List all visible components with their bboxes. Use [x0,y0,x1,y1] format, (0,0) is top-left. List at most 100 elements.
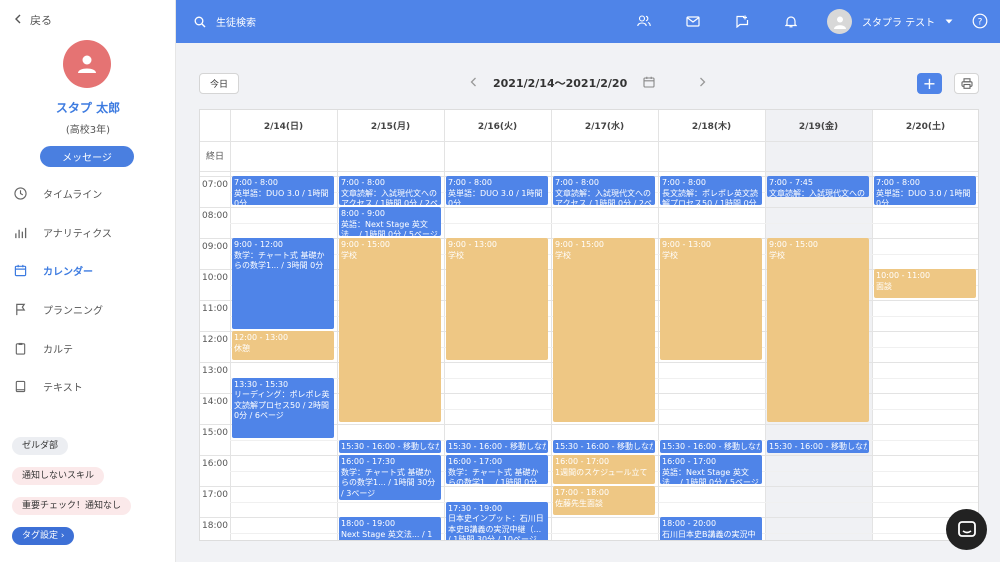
sidebar-item-label: プランニング [43,305,103,317]
event-time: 7:00 - 8:00 [662,178,706,187]
time-label: 15:00 [202,428,228,438]
calendar-event[interactable]: 7:00 - 8:00 英単語：DUO 3.0 / 1時間 0分 [874,176,976,205]
help-icon[interactable]: ? [972,13,988,29]
calendar-event[interactable]: 15:30 - 16:00 - 移動しながら [339,439,441,453]
bell-icon[interactable] [779,12,803,30]
calendar-event[interactable]: 9:00 - 15:00 学校 [339,238,441,422]
back-link[interactable]: 戻る [14,12,52,28]
event-time: 7:00 - 8:00 [876,178,920,187]
caret-down-icon [945,19,953,24]
grid-column-line [658,110,659,540]
users-icon[interactable] [632,12,656,30]
grid-column-line [444,110,445,540]
calendar-event[interactable]: 18:00 - 20:00石川日本史B講義の実況中継（... / 2時間 0分 [660,517,762,540]
day-header: 2/18(木) [691,122,732,132]
sidebar-item-label: カレンダー [43,267,93,279]
event-time: 12:00 - 13:00 [234,333,289,342]
event-time: 18:00 - 20:00 [662,519,717,528]
calendar-event[interactable]: 9:00 - 12:00 数学：チャート式 基礎からの数学1... / 3時間 0… [232,238,334,329]
time-label: 18:00 [202,521,228,531]
sidebar-item-planning[interactable]: プランニング [0,290,176,329]
sidebar-item-text[interactable]: テキスト [0,367,176,406]
calendar-event[interactable]: 15:30 - 16:00 - 移動しながら [446,439,548,453]
sidebar-item-calendar[interactable]: カレンダー [0,251,176,290]
event-time: 7:00 - 8:00 [448,178,492,187]
calendar-event[interactable]: 7:00 - 8:00 文章読解：入試現代文へのアクセス / 1時間 0分 / 2… [553,176,655,205]
event-time: 17:00 - 18:00 [555,488,610,497]
calendar-event[interactable]: 9:00 - 13:00 学校 [660,238,762,360]
calendar-event[interactable]: 7:00 - 8:00 英単語：DUO 3.0 / 1時間 0分 [446,176,548,205]
event-title: 学校 [448,250,464,260]
calendar-event[interactable]: 9:00 - 15:00 学校 [767,238,869,422]
message-button[interactable]: メッセージ [40,146,134,167]
prev-week-icon[interactable] [470,77,477,90]
chat-flag-icon[interactable] [730,12,754,30]
calendar-event[interactable]: 15:30 - 16:00 - 移動しながら [553,439,655,453]
user-icon [833,16,846,29]
tag-settings-button[interactable]: タグ設定 › [12,527,75,545]
event-title: 文章読解：入試現代文へのアクセス [769,188,865,198]
user-menu[interactable]: スタプラ テスト [827,9,953,34]
event-time: 9:00 - 13:00 [662,240,711,249]
calendar-event[interactable]: 16:00 - 17:30 数学：チャート式 基礎からの数学1... / 1時間 … [339,455,441,500]
event-title: 英語：Next Stage 英文法... / 1時間 0分 / 5ページ [341,219,438,237]
sidebar-item-analytics[interactable]: アナリティクス [0,213,176,252]
calendar-event[interactable]: 15:30 - 16:00 - 移動しながら [660,439,762,453]
calendar-event[interactable]: 15:30 - 16:00 - 移動しながら [767,439,869,453]
event-title: 英単語：DUO 3.0 / 1時間 0分 [876,188,971,206]
sidebar-item-label: テキスト [43,383,83,395]
student-grade: (高校3年) [65,125,111,136]
today-button[interactable]: 今日 [199,73,239,94]
sidebar-item-label: カルテ [43,344,73,356]
event-time: 9:00 - 13:00 [448,240,497,249]
sidebar: 戻る スタプ 太郎 (高校3年) メッセージ タイムライン アナリティクス カレ… [0,0,176,562]
time-label: 07:00 [202,180,228,190]
calendar-event[interactable]: 12:00 - 13:00 休憩 [232,331,334,360]
tag-badge[interactable]: 通知しないスキル [12,467,105,485]
day-header: 2/17(水) [584,122,625,132]
event-title: 文章読解：入試現代文へのアクセス / 1時間 0分 / 2ページ [555,188,652,206]
mail-icon[interactable] [681,12,705,30]
event-title: 佐藤先生面談 [555,498,603,508]
calendar-event[interactable]: 17:00 - 18:00 佐藤先生面談 [553,486,655,515]
sidebar-item-karte[interactable]: カルテ [0,329,176,368]
calendar-event[interactable]: 13:30 - 15:30 リーディング：ポレポレ英文読解プロセス50 / 2時間… [232,377,334,438]
calendar-event[interactable]: 8:00 - 9:00 英語：Next Stage 英文法... / 1時間 0分… [339,207,441,236]
calendar-event[interactable]: 16:00 - 17:00 数学：チャート式 基礎からの数学1... / 1時間 … [446,455,548,484]
calendar-event[interactable]: 9:00 - 13:00 学校 [446,238,548,360]
time-label: 14:00 [202,397,228,407]
event-time: 7:00 - 8:00 [555,178,599,187]
event-title: 英語：Next Stage 英文法... / 1時間 0分 / 5ページ [662,467,759,485]
chat-launcher-button[interactable] [946,509,987,550]
event-title: 石川日本史B講義の実況中継（... / 2時間 0分 [662,529,756,539]
time-label: 09:00 [202,242,228,252]
calendar-event[interactable]: 18:00 - 19:00Next Stage 英文法... / 1時間 0分 … [339,517,441,540]
event-title: 文章読解：入試現代文へのアクセス / 1時間 0分 / 2ページ [341,188,438,206]
print-button[interactable] [954,73,979,94]
event-title: 学校 [341,250,357,260]
event-title: 英単語：DUO 3.0 / 1時間 0分 [234,188,329,206]
calendar-event[interactable]: 7:00 - 8:00 英単語：DUO 3.0 / 1時間 0分 [232,176,334,205]
next-week-icon[interactable] [699,77,706,90]
calendar-event[interactable]: 10:00 - 11:00 面談 [874,269,976,298]
calendar-event[interactable]: 16:00 - 17:00 英語：Next Stage 英文法... / 1時間 … [660,455,762,484]
add-event-button[interactable]: + [917,73,942,94]
calendar-event[interactable]: 7:00 - 8:00 長文読解：ポレポレ英文読解プロセス50 / 1時間 0分 … [660,176,762,205]
calendar-event[interactable]: 16:00 - 17:00 1週間のスケジュール立て [553,455,655,484]
tag-badge[interactable]: 重要チェック！通知なし [12,497,132,515]
calendar-event[interactable]: 7:00 - 7:45文章読解：入試現代文へのアクセス [767,176,869,198]
event-time: 16:00 - 17:00 [555,457,610,466]
clock-icon [14,187,27,200]
event-time: 15:30 - 16:00 - 移動しながら [769,441,867,451]
calendar-event[interactable]: 9:00 - 15:00 学校 [553,238,655,422]
event-time: 7:00 - 8:00 [234,178,278,187]
calendar-event[interactable]: 7:00 - 8:00 文章読解：入試現代文へのアクセス / 1時間 0分 / 2… [339,176,441,205]
student-search[interactable]: 生徒検索 [194,14,256,29]
hour-line [200,207,978,208]
user-icon [78,55,96,73]
calendar-event[interactable]: 17:30 - 19:00 日本史インプット：石川日本史B講義の実況中継（... … [446,501,548,540]
user-name: スタプラ テスト [862,18,936,29]
calendar-picker-icon[interactable] [643,76,655,91]
sidebar-item-timeline[interactable]: タイムライン [0,174,176,213]
tag-badge[interactable]: ゼルダ部 [12,437,69,455]
